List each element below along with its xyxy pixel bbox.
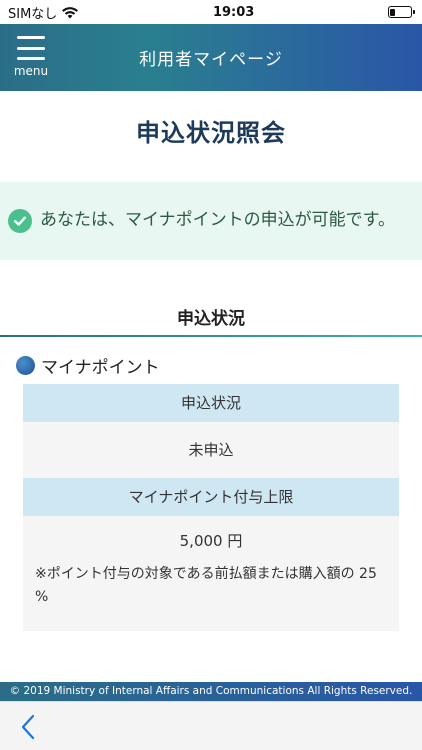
bottom-toolbar (0, 701, 422, 750)
table-cell-limit: 5,000 円 ※ポイント付与の対象である前払額または購入額の 25 % (23, 516, 399, 632)
carrier-label: SIMなし (8, 6, 58, 22)
status-bar: SIMなし 19:03 (0, 0, 422, 24)
table-header-status: 申込状況 (23, 384, 399, 422)
limit-note: ※ポイント付与の対象である前払額または購入額の 25 % (35, 566, 377, 606)
item-label: マイナポイント (41, 358, 160, 378)
hamburger-icon (17, 36, 45, 60)
battery-icon (387, 6, 415, 18)
wifi-icon (62, 6, 79, 18)
back-button[interactable] (14, 712, 42, 742)
status-left: SIMなし (8, 3, 79, 22)
app-header: menu 利用者マイページ (0, 24, 422, 91)
status-time: 19:03 (212, 4, 255, 20)
section-title: 申込状況 (177, 309, 245, 329)
table-cell-status: 未申込 (23, 422, 399, 478)
menu-button[interactable]: menu (10, 34, 52, 82)
notice-text: あなたは、マイナポイントの申込が可能です。 (40, 210, 395, 231)
status-table: 申込状況 未申込 マイナポイント付与上限 5,000 円 ※ポイント付与の対象で… (23, 384, 399, 632)
eligibility-notice: あなたは、マイナポイントの申込が可能です。 (0, 182, 422, 260)
chevron-left-icon (21, 714, 35, 740)
copyright-footer: © 2019 Ministry of Internal Affairs and … (0, 682, 422, 701)
limit-amount: 5,000 円 (179, 532, 243, 550)
header-title: 利用者マイページ (139, 50, 283, 70)
table-header-limit: マイナポイント付与上限 (23, 478, 399, 516)
item-label-row: マイナポイント (16, 353, 422, 378)
section-divider (0, 335, 422, 337)
check-circle-icon (8, 209, 32, 233)
bullet-circle-icon (16, 356, 35, 375)
menu-label: menu (13, 64, 49, 78)
page-title: 申込状況照会 (136, 119, 286, 147)
